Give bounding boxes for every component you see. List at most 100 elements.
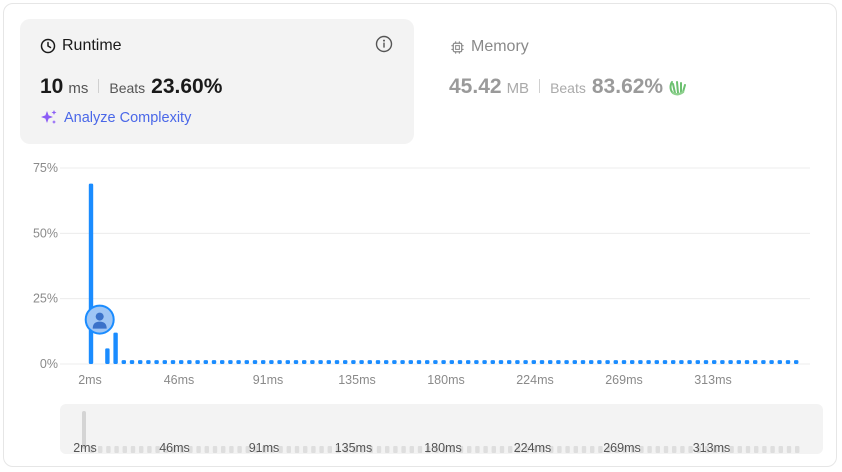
- histogram-bar[interactable]: [203, 360, 208, 364]
- histogram-bar[interactable]: [129, 360, 135, 364]
- histogram-bar[interactable]: [539, 360, 545, 364]
- histogram-bar[interactable]: [728, 360, 733, 364]
- navigator-bar: [491, 446, 496, 453]
- histogram-bar[interactable]: [785, 360, 791, 364]
- histogram-bar[interactable]: [523, 360, 528, 364]
- histogram-bar[interactable]: [105, 348, 110, 364]
- histogram-bar[interactable]: [392, 360, 397, 364]
- histogram-bar[interactable]: [121, 360, 126, 364]
- histogram-bar[interactable]: [146, 360, 151, 364]
- histogram-bar[interactable]: [425, 360, 430, 364]
- histogram-bar[interactable]: [720, 360, 725, 364]
- histogram-bar[interactable]: [580, 360, 586, 364]
- histogram-bar[interactable]: [211, 360, 217, 364]
- histogram-bar[interactable]: [162, 360, 167, 364]
- histogram-bar[interactable]: [261, 360, 266, 364]
- histogram-bar[interactable]: [318, 360, 323, 364]
- histogram-bar[interactable]: [195, 360, 200, 364]
- histogram-bar[interactable]: [367, 360, 372, 364]
- navigator-bar: [376, 446, 382, 453]
- histogram-bar[interactable]: [515, 360, 520, 364]
- histogram-bar[interactable]: [572, 360, 577, 364]
- histogram-bar[interactable]: [351, 360, 356, 364]
- histogram-bar[interactable]: [441, 360, 446, 364]
- histogram-bar[interactable]: [736, 360, 741, 364]
- histogram-bar[interactable]: [671, 360, 676, 364]
- histogram-bar[interactable]: [638, 360, 643, 364]
- histogram-bar[interactable]: [384, 360, 389, 364]
- histogram-bar[interactable]: [179, 360, 184, 364]
- histogram-bar[interactable]: [334, 360, 340, 364]
- histogram-bar[interactable]: [769, 360, 774, 364]
- histogram-bar[interactable]: [154, 360, 159, 364]
- histogram-bar[interactable]: [777, 360, 782, 364]
- histogram-bar[interactable]: [794, 360, 799, 364]
- histogram-bar[interactable]: [170, 360, 176, 364]
- histogram-bar[interactable]: [310, 360, 315, 364]
- navigator-tick-label: 2ms: [73, 441, 97, 455]
- histogram-bar[interactable]: [507, 360, 512, 364]
- histogram-bar[interactable]: [482, 360, 487, 364]
- histogram-bar[interactable]: [326, 360, 331, 364]
- histogram-bar[interactable]: [662, 360, 668, 364]
- histogram-bar[interactable]: [589, 360, 594, 364]
- histogram-bar[interactable]: [621, 360, 627, 364]
- histogram-bar[interactable]: [744, 360, 750, 364]
- histogram-bar[interactable]: [531, 360, 536, 364]
- histogram-bar[interactable]: [269, 360, 274, 364]
- histogram-bar[interactable]: [343, 360, 348, 364]
- histogram-bar[interactable]: [712, 360, 717, 364]
- histogram-bar[interactable]: [548, 360, 553, 364]
- range-navigator[interactable]: 2ms 46ms 91ms 135ms 180ms 224ms 269ms 313ms: [60, 404, 823, 455]
- histogram-bar[interactable]: [400, 360, 405, 364]
- histogram-bar[interactable]: [416, 360, 422, 364]
- histogram-bar[interactable]: [474, 360, 479, 364]
- histogram-bar[interactable]: [359, 360, 364, 364]
- histogram-bar[interactable]: [753, 360, 758, 364]
- histogram-bar[interactable]: [408, 360, 413, 364]
- navigator-bar: [319, 446, 324, 453]
- histogram-bar[interactable]: [285, 360, 290, 364]
- histogram-bar[interactable]: [654, 360, 659, 364]
- histogram-bar[interactable]: [293, 360, 299, 364]
- navigator-bar: [557, 446, 562, 453]
- histogram-bar[interactable]: [687, 360, 692, 364]
- histogram-bar[interactable]: [433, 360, 438, 364]
- histogram-bar[interactable]: [630, 360, 635, 364]
- histogram-bar[interactable]: [457, 360, 463, 364]
- navigator-tick-label: 91ms: [249, 441, 280, 455]
- histogram-bar[interactable]: [695, 360, 700, 364]
- y-tick-label: 50%: [33, 226, 58, 240]
- y-tick-label: 75%: [33, 161, 58, 175]
- histogram-bar[interactable]: [228, 360, 233, 364]
- histogram-bar[interactable]: [597, 360, 602, 364]
- histogram-bar[interactable]: [375, 360, 381, 364]
- histogram-bar[interactable]: [703, 360, 709, 364]
- histogram-bar[interactable]: [761, 360, 766, 364]
- navigator-bar: [122, 446, 127, 453]
- histogram-bar[interactable]: [613, 360, 618, 364]
- histogram-bar[interactable]: [646, 360, 651, 364]
- histogram-bar[interactable]: [556, 360, 561, 364]
- histogram-bar[interactable]: [236, 360, 241, 364]
- histogram-bar[interactable]: [113, 332, 118, 364]
- histogram-bar[interactable]: [88, 183, 94, 364]
- histogram-bar[interactable]: [138, 360, 143, 364]
- navigator-bar: [647, 446, 652, 453]
- histogram-bar[interactable]: [302, 360, 307, 364]
- histogram-bar[interactable]: [277, 360, 282, 364]
- histogram-bar[interactable]: [490, 360, 495, 364]
- histogram-bar[interactable]: [498, 360, 504, 364]
- histogram-bar[interactable]: [252, 360, 258, 364]
- histogram-bar[interactable]: [187, 360, 192, 364]
- histogram-bar[interactable]: [220, 360, 225, 364]
- navigator-bar: [327, 446, 332, 453]
- histogram-bar[interactable]: [244, 360, 249, 364]
- histogram-bar[interactable]: [679, 360, 684, 364]
- navigator-bar: [98, 446, 103, 453]
- histogram-bar[interactable]: [466, 360, 471, 364]
- histogram-bar[interactable]: [449, 360, 454, 364]
- histogram-bar[interactable]: [564, 360, 569, 364]
- histogram-bar[interactable]: [605, 360, 610, 364]
- user-avatar-icon[interactable]: [84, 304, 115, 335]
